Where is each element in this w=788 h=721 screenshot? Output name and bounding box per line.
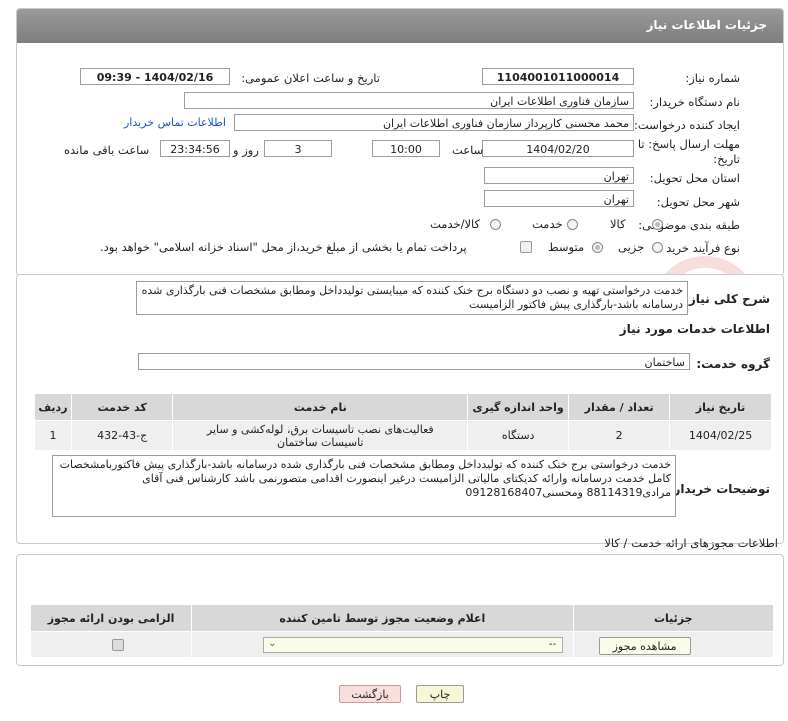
creator-label: ایجاد کننده درخواست:: [634, 118, 740, 132]
category-service-label: خدمت: [532, 217, 563, 231]
col-quantity: تعداد / مقدار: [568, 393, 671, 421]
required-cell: [29, 631, 193, 658]
col-permit-status: اعلام وضعیت مجوز توسط تامین کننده: [191, 604, 574, 632]
deadline-time-label: ساعت: [452, 143, 484, 157]
process-medium-radio[interactable]: [592, 242, 603, 253]
treasury-payment-checkbox[interactable]: [520, 241, 532, 253]
days-label: روز و: [233, 143, 259, 157]
service-group-label: گروه خدمت:: [696, 357, 770, 371]
cell-qty: 2: [568, 420, 671, 451]
buyer-contact-link[interactable]: اطلاعات تماس خریدار: [124, 116, 226, 129]
col-details: جزئیات: [572, 604, 775, 632]
page-title: جزئیات اطلاعات نیاز: [646, 18, 767, 32]
deadline-time-field: 10:00: [372, 140, 440, 157]
process-type-label: نوع فرآیند خرید :: [658, 241, 740, 255]
description-label: شرح کلی نیاز:: [684, 292, 770, 306]
details-cell: مشاهده مجوز: [572, 631, 775, 658]
remaining-time-field: 23:34:56: [160, 140, 230, 157]
category-both-label: کالا/خدمت: [430, 217, 481, 231]
cell-date: 1404/02/25: [669, 420, 772, 451]
cell-name: فعالیت‌های نصب تاسیسات برق، لوله‌کشی و س…: [172, 420, 469, 451]
print-button[interactable]: چاپ: [416, 685, 464, 703]
services-title: اطلاعات خدمات مورد نیاز: [619, 322, 770, 336]
col-unit: واحد اندازه گیری: [467, 393, 570, 421]
process-minor-label: جزیی: [618, 240, 645, 254]
permit-status-value: --: [548, 638, 557, 650]
need-number-field: 1104001011000014: [482, 68, 634, 85]
chevron-down-icon: ⌄: [268, 637, 277, 649]
permits-table: جزئیات اعلام وضعیت مجوز توسط تامین کننده…: [29, 604, 775, 658]
need-number-label: شماره نیاز:: [685, 71, 740, 85]
province-field: تهران: [484, 167, 634, 184]
cell-unit: دستگاه: [467, 420, 570, 451]
creator-field: محمد محسنی کارپرداز سازمان فناوری اطلاعا…: [234, 114, 634, 131]
col-permit-required: الزامی بودن ارائه مجوز: [29, 604, 193, 632]
deadline-label-2: تاریخ:: [713, 152, 740, 166]
city-field: تهران: [484, 190, 634, 207]
announce-date-label: تاریخ و ساعت اعلان عمومی:: [241, 71, 380, 85]
service-group-field: ساختمان: [138, 353, 690, 370]
buyer-field: سازمان فناوری اطلاعات ایران: [184, 92, 634, 109]
permits-title: اطلاعات مجوزهای ارائه خدمت / کالا: [604, 536, 778, 550]
category-service-radio[interactable]: [567, 219, 578, 230]
status-cell: -- ⌄: [191, 631, 574, 658]
table-row: مشاهده مجوز -- ⌄: [29, 631, 775, 658]
province-label: استان محل تحویل:: [649, 171, 740, 185]
days-field: 3: [264, 140, 332, 157]
description-textarea[interactable]: خدمت درخواستی تهیه و نصب دو دستگاه برج خ…: [136, 281, 688, 315]
col-row: ردیف: [34, 393, 72, 421]
announce-date-field: 1404/02/16 - 09:39: [80, 68, 230, 85]
back-button[interactable]: بازگشت: [339, 685, 401, 703]
city-label: شهر محل تحویل:: [656, 195, 740, 209]
table-row: 1404/02/25 2 دستگاه فعالیت‌های نصب تاسیس…: [34, 420, 772, 451]
col-service-name: نام خدمت: [172, 393, 469, 421]
col-need-date: تاریخ نیاز: [669, 393, 772, 421]
category-goods-label: کالا: [610, 217, 626, 231]
process-medium-label: متوسط: [548, 240, 585, 254]
treasury-payment-note: پرداخت تمام یا بخشی از مبلغ خرید،از محل …: [100, 240, 467, 254]
cell-code: ج-43-432: [70, 420, 174, 451]
deadline-label: مهلت ارسال پاسخ: تا: [637, 137, 740, 151]
panel-header: جزئیات اطلاعات نیاز: [17, 9, 783, 43]
services-table: تاریخ نیاز تعداد / مقدار واحد اندازه گیر…: [34, 393, 772, 451]
col-service-code: کد خدمت: [70, 393, 174, 421]
remaining-label: ساعت باقی مانده: [64, 143, 150, 157]
buyer-notes-label: توضیحات خریدار:: [668, 482, 770, 496]
permit-status-select[interactable]: -- ⌄: [263, 636, 564, 653]
category-goods-radio[interactable]: [652, 219, 663, 230]
process-minor-radio[interactable]: [652, 242, 663, 253]
category-both-radio[interactable]: [490, 219, 501, 230]
cell-row: 1: [34, 420, 72, 451]
deadline-date-field: 1404/02/20: [482, 140, 634, 157]
buyer-notes-textarea[interactable]: خدمت درخواستی برج خنک کننده که تولیدداخل…: [52, 455, 676, 517]
view-permit-button[interactable]: مشاهده مجوز: [598, 636, 691, 655]
buyer-label: نام دستگاه خریدار:: [649, 95, 740, 109]
permit-required-checkbox[interactable]: [112, 638, 125, 651]
